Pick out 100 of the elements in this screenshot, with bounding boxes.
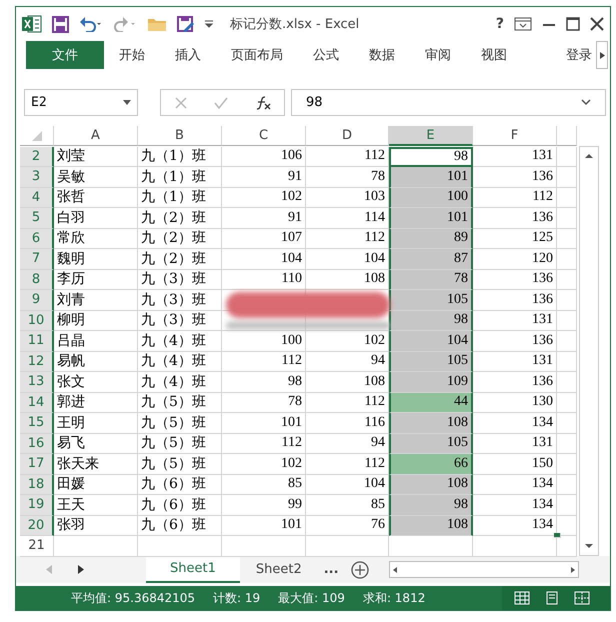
empty-cell [557, 495, 577, 516]
row-header[interactable]: 19 [20, 495, 54, 516]
formula-field[interactable]: 98 [291, 89, 606, 116]
row-header[interactable]: 7 [20, 249, 54, 270]
table-cell: 张文 [54, 372, 138, 392]
ribbon-display-icon[interactable] [514, 17, 532, 31]
fill-handle[interactable] [554, 533, 561, 538]
page-layout-icon[interactable] [544, 591, 560, 605]
table-cell: 王明 [54, 413, 138, 434]
table-cell: 136 [473, 372, 557, 392]
name-box-value: E2 [31, 95, 47, 110]
name-box[interactable]: E2 [24, 89, 138, 116]
save-as-icon[interactable] [177, 16, 194, 32]
row-header[interactable]: 13 [20, 372, 54, 392]
add-sheet-icon[interactable] [350, 560, 369, 578]
column-header[interactable]: A [54, 126, 138, 146]
ribbon-tab[interactable]: 页面布局 [216, 41, 298, 69]
column-header[interactable]: E [389, 126, 473, 146]
table-cell: 九（4）班 [138, 331, 222, 352]
table-cell: 刘莹 [54, 146, 138, 167]
table-cell: 104 [222, 249, 306, 270]
ribbon-tab[interactable]: 审阅 [410, 41, 466, 69]
row-header[interactable]: 12 [20, 352, 54, 372]
table-cell: 九（5）班 [138, 454, 222, 474]
next-sheet-icon[interactable] [78, 565, 84, 574]
table-cell: 131 [473, 146, 557, 167]
ribbon-tab[interactable]: 开始 [104, 41, 160, 69]
more-sheets-button[interactable]: ... [318, 556, 345, 583]
row-header[interactable]: 16 [20, 434, 54, 454]
undo-icon[interactable] [79, 16, 103, 32]
table-cell: 九（5）班 [138, 413, 222, 434]
save-icon[interactable] [52, 16, 69, 32]
row-header[interactable]: 15 [20, 413, 54, 434]
status-text: 最大值: 109 [278, 590, 345, 606]
table-cell: 87 [389, 249, 473, 270]
maximize-icon[interactable] [566, 17, 580, 31]
table-cell: 136 [473, 290, 557, 310]
column-header[interactable]: B [138, 126, 222, 146]
column-header[interactable]: F [473, 126, 557, 146]
table-cell: 85 [222, 474, 306, 495]
row-header[interactable]: 3 [20, 167, 54, 188]
grid-icon[interactable] [514, 591, 530, 605]
table-cell: 102 [222, 454, 306, 474]
empty-cell [557, 270, 577, 290]
table-cell: 125 [473, 228, 557, 249]
sheet-tab[interactable]: Sheet1 [146, 556, 240, 583]
table-cell: 吕晶 [54, 331, 138, 352]
table-cell: 九（1）班 [138, 146, 222, 167]
horizontal-scrollbar[interactable] [388, 561, 579, 578]
row-header[interactable]: 14 [20, 392, 54, 413]
row-header[interactable]: 10 [20, 310, 54, 331]
ribbon-tab[interactable]: 公式 [298, 41, 354, 69]
column-header[interactable]: D [306, 126, 389, 146]
file-tab[interactable]: 文件 [26, 41, 104, 69]
table-cell: 九（2）班 [138, 228, 222, 249]
expand-icon[interactable] [581, 99, 591, 106]
row-header[interactable]: 9 [20, 290, 54, 310]
row-header[interactable]: 4 [20, 188, 54, 208]
close-icon[interactable] [590, 17, 604, 31]
table-cell: 104 [389, 331, 473, 352]
function-icon[interactable] [254, 96, 270, 110]
empty-cell [557, 310, 577, 331]
empty-cell [557, 392, 577, 413]
table-cell: 106 [222, 146, 306, 167]
vertical-scrollbar[interactable] [579, 146, 599, 556]
table-cell: 131 [473, 310, 557, 331]
table-cell: 136 [473, 167, 557, 188]
status-text: 计数: 19 [213, 590, 260, 606]
table-cell: 136 [473, 208, 557, 228]
row-header[interactable]: 8 [20, 270, 54, 290]
empty-cell [557, 434, 577, 454]
table-cell: 九（5）班 [138, 392, 222, 413]
table-cell: 101 [389, 167, 473, 188]
row-header[interactable]: 18 [20, 474, 54, 495]
status-text: 平均值: 95.36842105 [71, 590, 196, 606]
table-cell: 150 [473, 454, 557, 474]
sheet-tab[interactable]: Sheet2 [240, 556, 318, 583]
scroll-right-button[interactable] [596, 41, 608, 69]
empty-cell [557, 290, 577, 310]
sign-in-link[interactable]: 登录 [562, 41, 596, 69]
window-title: 标记分数.xlsx - Excel [230, 16, 360, 33]
customize-icon[interactable] [204, 19, 214, 29]
row-header[interactable]: 5 [20, 208, 54, 228]
table-cell: 郭进 [54, 392, 138, 413]
page-break-icon[interactable] [574, 591, 590, 605]
row-header[interactable]: 6 [20, 228, 54, 249]
table-cell: 98 [389, 310, 473, 331]
row-header[interactable]: 17 [20, 454, 54, 474]
ribbon-tab[interactable]: 插入 [160, 41, 216, 69]
ribbon-tab[interactable]: 数据 [354, 41, 410, 69]
column-header[interactable]: C [222, 126, 306, 146]
table-cell: 九（3）班 [138, 290, 222, 310]
table-cell: 102 [222, 188, 306, 208]
row-header[interactable]: 11 [20, 331, 54, 352]
row-header[interactable]: 20 [20, 516, 54, 536]
table-cell: 107 [222, 228, 306, 249]
empty-cell [557, 228, 577, 249]
help-button[interactable]: ? [496, 16, 504, 32]
ribbon-tab[interactable]: 视图 [466, 41, 522, 69]
row-header[interactable]: 2 [20, 146, 54, 167]
